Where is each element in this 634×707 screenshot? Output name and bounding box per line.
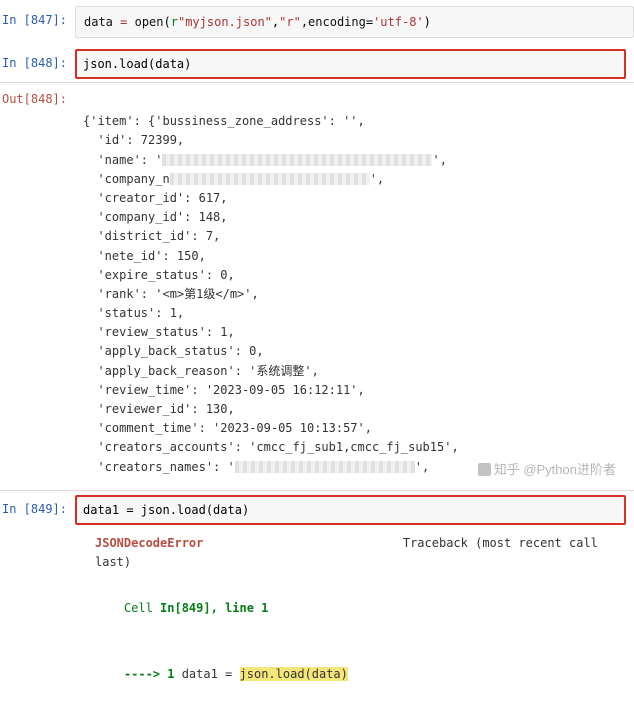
prompt-out-848: Out[848]: xyxy=(0,85,75,487)
separator-2 xyxy=(0,490,634,491)
error-highlight: json.load(data) xyxy=(240,667,348,681)
code-area-848[interactable]: json.load(data) xyxy=(75,49,626,79)
separator xyxy=(0,82,634,83)
zhihu-icon xyxy=(478,463,491,476)
prompt-in-849: In [849]: xyxy=(0,495,75,525)
watermark: 知乎 @Python进阶者 xyxy=(478,459,616,478)
output-text-848: {'item': {'bussiness_zone_address': '', … xyxy=(83,89,626,481)
code-text-848: json.load(data) xyxy=(83,57,191,71)
input-cell-848: In [848]: json.load(data) xyxy=(0,49,634,80)
error-output-849: JSONDecodeError Traceback (most recent c… xyxy=(0,526,634,707)
prompt-in-848: In [848]: xyxy=(0,49,75,79)
error-name: JSONDecodeError xyxy=(95,536,203,550)
error-arrow: ----> 1 xyxy=(124,667,175,681)
input-cell-847: In [847]: data = open(r"myjson.json","r"… xyxy=(0,0,634,39)
input-cell-849: In [849]: data1 = json.load(data) xyxy=(0,495,634,526)
error-cell-ref: Cell In[849], line 1 xyxy=(124,601,269,615)
output-cell-848: Out[848]: {'item': {'bussiness_zone_addr… xyxy=(0,85,634,488)
prompt-in-847: In [847]: xyxy=(0,6,75,38)
code-area-847[interactable]: data = open(r"myjson.json","r",encoding=… xyxy=(75,6,634,38)
code-area-849[interactable]: data1 = json.load(data) xyxy=(75,495,626,525)
code-text-849: data1 = json.load(data) xyxy=(83,503,249,517)
